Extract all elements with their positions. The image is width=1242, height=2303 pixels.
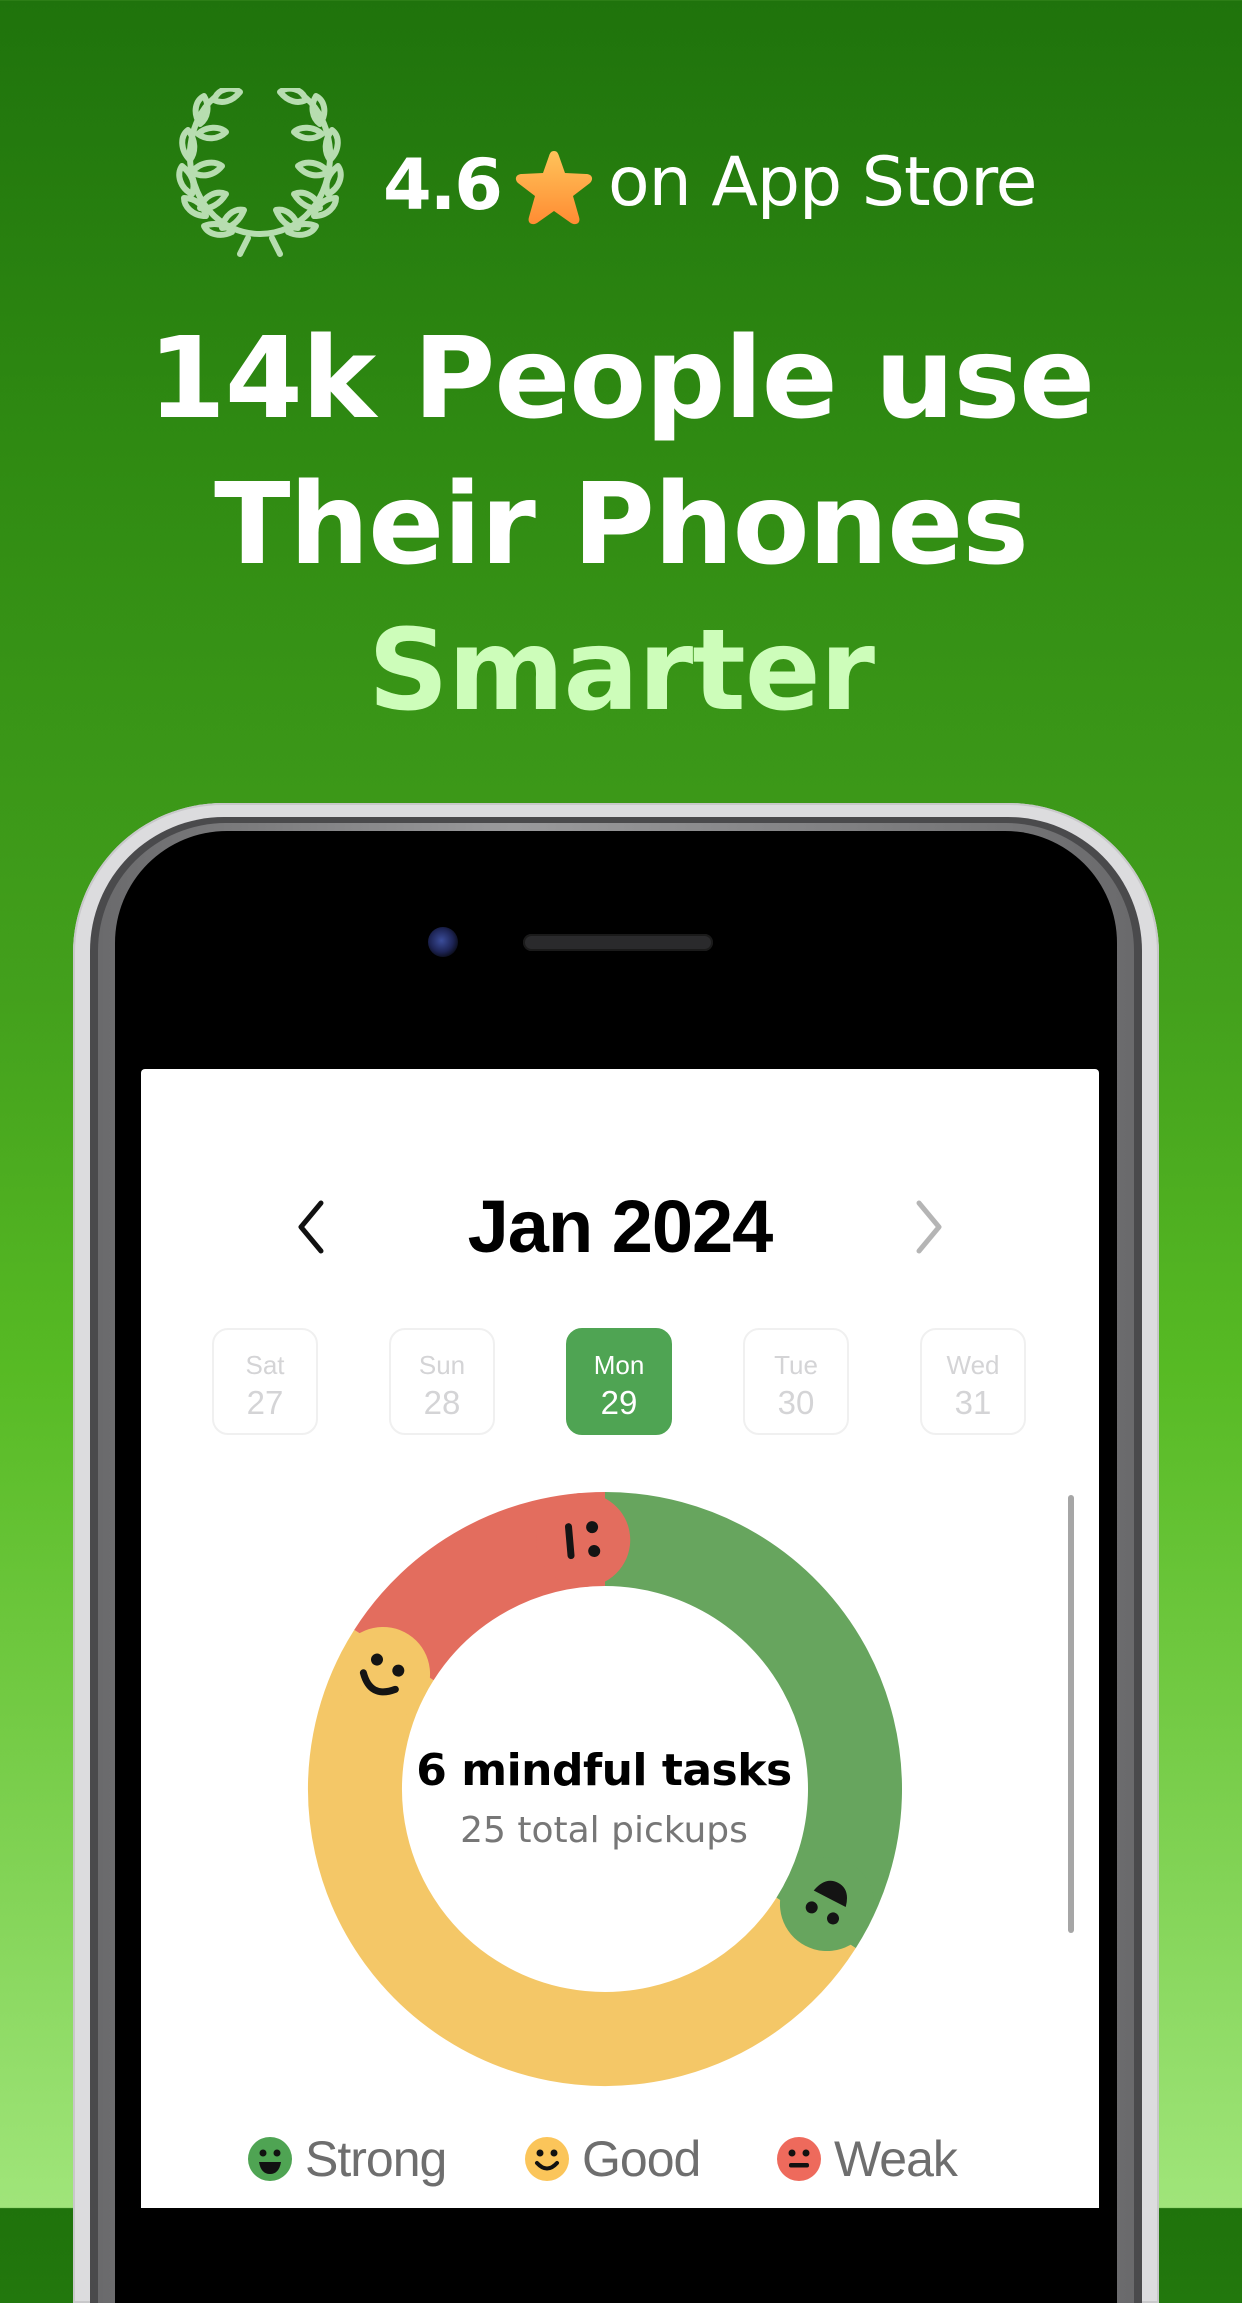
legend-label: Weak: [834, 2131, 958, 2187]
day-name: Wed: [946, 1350, 1000, 1380]
legend-weak: Weak: [776, 2131, 958, 2187]
day-number: 29: [600, 1384, 638, 1421]
smiling-face-icon: [525, 2137, 569, 2181]
laurel-wreath-icon: [176, 88, 344, 257]
month-title: Jan 2024: [467, 1185, 774, 1268]
headline-highlight: Smarter: [368, 606, 875, 736]
app-screen: Jan 2024 Sat 27 Sun 28 Mon 29 Tue 30 Wed…: [141, 1069, 1099, 2208]
day-name: Tue: [774, 1350, 818, 1380]
mindful-tasks-count: 6 mindful tasks: [416, 1745, 792, 1796]
day-name: Sun: [418, 1350, 466, 1380]
day-sun-28[interactable]: Sun 28: [389, 1328, 495, 1435]
legend-label: Good: [582, 2131, 701, 2187]
day-name: Mon: [593, 1350, 645, 1380]
day-number: 30: [777, 1384, 815, 1421]
chevron-right-icon[interactable]: [907, 1197, 949, 1257]
total-pickups: 25 total pickups: [460, 1810, 748, 1851]
star-icon: [515, 151, 593, 225]
day-number: 28: [423, 1384, 461, 1421]
day-wed-31[interactable]: Wed 31: [920, 1328, 1026, 1435]
headline-line-2: Their Phones: [214, 460, 1029, 590]
legend-good: Good: [524, 2131, 701, 2187]
grinning-face-icon: [248, 2137, 292, 2181]
day-mon-29-selected[interactable]: Mon 29: [566, 1328, 672, 1435]
day-number: 31: [954, 1384, 992, 1421]
neutral-face-icon: [777, 2137, 821, 2181]
front-camera-icon: [428, 927, 458, 957]
day-number: 27: [246, 1384, 284, 1421]
legend-strong: Strong: [247, 2131, 447, 2187]
scrollbar[interactable]: [1068, 1495, 1074, 1933]
rating-caption: on App Store: [608, 143, 1038, 222]
legend-label: Strong: [305, 2131, 447, 2187]
headline-line-1: 14k People use: [147, 314, 1095, 444]
earpiece-speaker: [523, 934, 713, 951]
rating-value: 4.6: [383, 144, 503, 226]
day-tue-30[interactable]: Tue 30: [743, 1328, 849, 1435]
day-name: Sat: [245, 1350, 285, 1380]
day-sat-27[interactable]: Sat 27: [212, 1328, 318, 1435]
